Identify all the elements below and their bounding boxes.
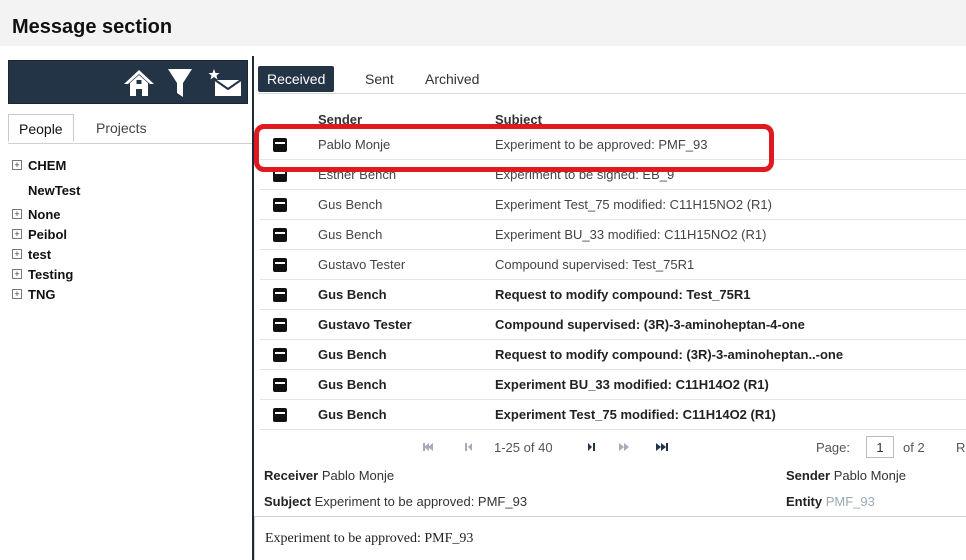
table-row[interactable]: Gus Bench Experiment Test_75 modified: C… xyxy=(260,400,966,430)
row-subject: Compound supervised: (3R)-3-aminoheptan-… xyxy=(495,317,805,332)
left-tab-divider xyxy=(8,143,252,144)
inbox-icon xyxy=(273,258,287,272)
tree-item-none[interactable]: + None xyxy=(12,204,242,224)
message-tabs: Received Sent Archived xyxy=(258,62,966,94)
tree-item-label: None xyxy=(28,206,61,222)
table-row[interactable]: Gustavo Tester Compound supervised: (3R)… xyxy=(260,310,966,340)
row-subject: Experiment Test_75 modified: C11H15NO2 (… xyxy=(495,197,772,212)
filter-icon[interactable] xyxy=(165,67,195,99)
sender-detail: Sender Pablo Monje xyxy=(786,468,906,483)
row-sender: Gus Bench xyxy=(318,197,383,212)
inbox-icon xyxy=(273,348,287,362)
page-label: Page: xyxy=(816,440,850,455)
page-number-input[interactable] xyxy=(866,436,894,458)
row-subject: Request to modify compound: Test_75R1 xyxy=(495,287,751,302)
table-row[interactable]: Gus Bench Experiment BU_33 modified: C11… xyxy=(260,220,966,250)
inbox-icon xyxy=(273,288,287,302)
tab-projects[interactable]: Projects xyxy=(86,114,157,142)
expand-icon[interactable]: + xyxy=(12,209,22,219)
inbox-icon xyxy=(273,318,287,332)
tree-item-peibol[interactable]: + Peibol xyxy=(12,224,242,244)
left-pane: People Projects + CHEM NewTest + None + … xyxy=(0,56,252,560)
tree-item-test[interactable]: + test xyxy=(12,244,242,264)
next-page-icon[interactable] xyxy=(584,439,600,455)
row-subject: Request to modify compound: (3R)-3-amino… xyxy=(495,347,844,362)
table-row[interactable]: Gus Bench Request to modify compound: (3… xyxy=(260,340,966,370)
tab-people[interactable]: People xyxy=(8,114,74,142)
subject-label: Subject xyxy=(264,494,311,509)
entity-detail: Entity PMF_93 xyxy=(786,494,875,509)
table-row[interactable]: Gus Bench Experiment Test_75 modified: C… xyxy=(260,190,966,220)
receiver-label: Receiver xyxy=(264,468,319,483)
table-row[interactable]: Gustavo Tester Compound supervised: Test… xyxy=(260,250,966,280)
expand-icon[interactable]: + xyxy=(12,249,22,259)
highlight-box xyxy=(254,124,774,172)
sender-label: Sender xyxy=(786,468,831,483)
last-page-icon[interactable] xyxy=(654,439,670,455)
subject-value: Experiment to be approved: PMF_93 xyxy=(314,494,528,509)
tree-item-label: test xyxy=(28,246,52,262)
sender-value: Pablo Monje xyxy=(833,468,906,483)
tree-item-testing[interactable]: + Testing xyxy=(12,264,242,284)
tree-item-label: Peibol xyxy=(28,226,68,242)
row-sender: Gus Bench xyxy=(318,377,387,392)
prev-page-icon[interactable] xyxy=(460,439,476,455)
project-tree: + CHEM NewTest + None + Peibol + test + … xyxy=(12,154,242,304)
entity-link[interactable]: PMF_93 xyxy=(826,494,875,509)
receiver-value: Pablo Monje xyxy=(321,468,395,483)
tab-sent[interactable]: Sent xyxy=(356,66,403,92)
home-icon[interactable] xyxy=(119,67,159,99)
expand-icon[interactable]: + xyxy=(12,289,22,299)
row-sender: Gustavo Tester xyxy=(318,257,406,272)
new-message-icon[interactable] xyxy=(205,67,245,99)
row-sender: Gus Bench xyxy=(318,227,383,242)
page-range: 1-25 of 40 xyxy=(494,440,553,455)
tab-received[interactable]: Received xyxy=(258,66,335,92)
pager: 1-25 of 40 Page: of 2 R xyxy=(254,436,966,460)
expand-icon[interactable]: + xyxy=(12,160,22,170)
message-body: Experiment to be approved: PMF_93 xyxy=(254,516,966,560)
table-row[interactable]: Gus Bench Request to modify compound: Te… xyxy=(260,280,966,310)
tree-item-label: Testing xyxy=(28,266,74,282)
page-title: Message section xyxy=(12,16,173,38)
tree-item-label: TNG xyxy=(28,286,56,302)
row-sender: Gustavo Tester xyxy=(318,317,412,332)
fast-forward-icon[interactable] xyxy=(616,439,632,455)
inbox-icon xyxy=(273,408,287,422)
inbox-icon xyxy=(273,198,287,212)
page-count: of 2 xyxy=(903,440,925,455)
tree-item-newtest[interactable]: NewTest xyxy=(12,176,242,204)
inbox-icon xyxy=(273,228,287,242)
page-size-label: R xyxy=(956,440,966,455)
expand-icon[interactable]: + xyxy=(12,229,22,239)
row-subject: Experiment BU_33 modified: C11H15NO2 (R1… xyxy=(495,227,767,242)
tab-archived[interactable]: Archived xyxy=(416,66,488,92)
message-body-text: Experiment to be approved: PMF_93 xyxy=(265,531,474,546)
row-sender: Gus Bench xyxy=(318,347,387,362)
row-subject: Experiment BU_33 modified: C11H14O2 (R1) xyxy=(495,377,769,392)
title-bar: Message section xyxy=(0,0,966,46)
toolbar xyxy=(8,60,248,104)
row-sender: Gus Bench xyxy=(318,287,387,302)
table-row[interactable]: Gus Bench Experiment BU_33 modified: C11… xyxy=(260,370,966,400)
entity-label: Entity xyxy=(786,494,823,509)
row-subject: Experiment Test_75 modified: C11H14O2 (R… xyxy=(495,407,776,422)
tree-item-chem[interactable]: + CHEM xyxy=(12,154,242,176)
tree-item-label: CHEM xyxy=(28,157,67,173)
expand-icon[interactable]: + xyxy=(12,269,22,279)
row-subject: Compound supervised: Test_75R1 xyxy=(495,257,695,272)
inbox-icon xyxy=(273,378,287,392)
tree-item-tng[interactable]: + TNG xyxy=(12,284,242,304)
first-page-icon[interactable] xyxy=(420,439,436,455)
tree-item-label: NewTest xyxy=(28,182,81,198)
subject-detail: Subject Experiment to be approved: PMF_9… xyxy=(264,494,527,509)
row-sender: Gus Bench xyxy=(318,407,387,422)
receiver-detail: Receiver Pablo Monje xyxy=(264,468,394,483)
